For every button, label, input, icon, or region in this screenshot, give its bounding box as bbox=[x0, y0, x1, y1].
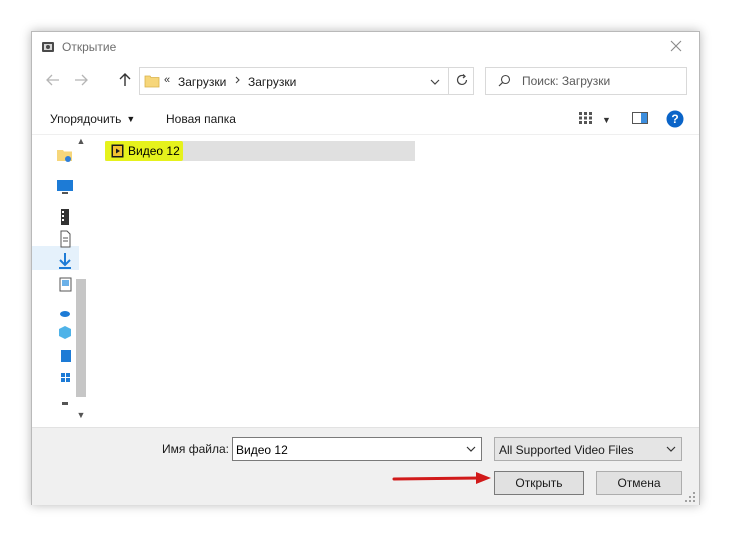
navigation-bar: « Загрузки Загрузки bbox=[32, 62, 699, 102]
cancel-button[interactable]: Отмена bbox=[596, 471, 682, 495]
resize-grip-icon[interactable] bbox=[684, 491, 696, 503]
scroll-thumb[interactable] bbox=[76, 279, 86, 397]
file-name: Видео 12 bbox=[128, 144, 180, 158]
drive-icon[interactable] bbox=[56, 396, 74, 414]
bottom-panel: Имя файла: All Supported Video Files Отк… bbox=[32, 427, 699, 505]
windows-icon[interactable] bbox=[56, 370, 74, 388]
back-button[interactable] bbox=[42, 70, 64, 92]
caret-down-icon: ▼ bbox=[126, 114, 136, 124]
3d-objects-icon[interactable] bbox=[56, 324, 74, 342]
videos-icon[interactable] bbox=[56, 208, 74, 226]
app-icon bbox=[41, 40, 55, 54]
arrow-up-icon bbox=[119, 72, 131, 90]
arrow-right-icon bbox=[74, 74, 88, 89]
downloads-icon[interactable] bbox=[56, 252, 74, 270]
breadcrumb-downloads-1[interactable]: Загрузки bbox=[178, 75, 226, 89]
filename-input[interactable] bbox=[236, 442, 456, 457]
scroll-down-button[interactable]: ▼ bbox=[75, 410, 87, 422]
file-list[interactable]: Видео 12 bbox=[90, 134, 699, 427]
caret-down-icon: ▼ bbox=[602, 115, 611, 125]
address-dropdown-button[interactable] bbox=[423, 69, 447, 93]
preview-pane-icon bbox=[632, 112, 648, 127]
search-input[interactable] bbox=[522, 73, 682, 89]
filetype-value: All Supported Video Files bbox=[499, 443, 634, 457]
chevron-down-icon: ▼ bbox=[76, 410, 86, 420]
command-toolbar: Упорядочить ▼ Новая папка ▼ ? bbox=[32, 104, 699, 135]
scroll-up-button[interactable]: ▲ bbox=[75, 136, 87, 148]
folder-icon bbox=[144, 74, 160, 91]
open-button[interactable]: Открыть bbox=[494, 471, 584, 495]
grid-view-icon bbox=[578, 112, 594, 128]
up-button[interactable] bbox=[114, 70, 136, 92]
breadcrumb-downloads-2[interactable]: Загрузки bbox=[248, 75, 296, 89]
search-icon bbox=[498, 74, 511, 90]
navigation-pane[interactable]: ▲ ▼ bbox=[32, 134, 88, 427]
new-folder-button[interactable]: Новая папка bbox=[166, 112, 236, 126]
search-box[interactable] bbox=[485, 67, 687, 95]
help-icon: ? bbox=[666, 110, 684, 131]
breadcrumb-separator-icon[interactable] bbox=[235, 73, 241, 90]
documents-icon[interactable] bbox=[56, 230, 74, 248]
view-dropdown-button[interactable]: ▼ bbox=[602, 112, 611, 126]
file-item[interactable]: Видео 12 bbox=[105, 141, 415, 161]
refresh-button[interactable] bbox=[448, 68, 475, 94]
pictures-icon[interactable] bbox=[56, 276, 74, 294]
annotation-arrow-icon bbox=[392, 470, 494, 489]
organize-label: Упорядочить bbox=[50, 112, 122, 126]
refresh-icon bbox=[455, 73, 469, 90]
arrow-left-icon bbox=[46, 74, 60, 89]
chevron-down-icon bbox=[430, 74, 440, 88]
open-button-label: Открыть bbox=[515, 476, 563, 490]
close-icon bbox=[670, 40, 682, 55]
window-title: Открытие bbox=[62, 40, 117, 54]
chevron-down-icon bbox=[665, 442, 677, 459]
view-options-button[interactable] bbox=[578, 111, 594, 128]
address-bar[interactable]: « Загрузки Загрузки bbox=[139, 67, 474, 95]
open-file-dialog: Открытие « Загрузки Загрузки Поиск: Загр… bbox=[31, 31, 700, 505]
filename-label: Имя файла: bbox=[162, 442, 229, 456]
new-folder-label: Новая папка bbox=[166, 112, 236, 126]
forward-button[interactable] bbox=[70, 70, 92, 92]
filetype-select[interactable]: All Supported Video Files bbox=[494, 437, 682, 461]
quick-access-icon[interactable] bbox=[56, 146, 74, 164]
svg-text:?: ? bbox=[671, 112, 678, 126]
close-button[interactable] bbox=[653, 32, 699, 62]
desktop-icon[interactable] bbox=[56, 348, 74, 366]
filename-combobox[interactable] bbox=[232, 437, 482, 461]
title-bar: Открытие bbox=[32, 32, 699, 62]
organize-button[interactable]: Упорядочить ▼ bbox=[50, 112, 135, 126]
address-overflow[interactable]: « bbox=[164, 74, 170, 86]
help-button[interactable]: ? bbox=[666, 110, 684, 131]
this-pc-icon[interactable] bbox=[56, 178, 74, 196]
chevron-down-icon[interactable] bbox=[465, 442, 477, 459]
preview-pane-button[interactable] bbox=[632, 112, 648, 127]
video-file-icon bbox=[111, 144, 124, 161]
cancel-button-label: Отмена bbox=[617, 476, 661, 490]
chevron-up-icon: ▲ bbox=[76, 136, 86, 146]
